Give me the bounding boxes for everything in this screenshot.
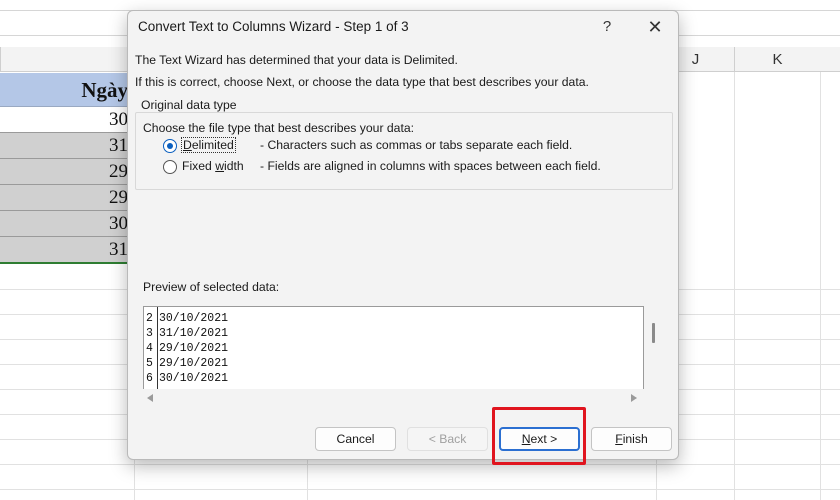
dialog-title: Convert Text to Columns Wizard - Step 1 … [138,19,409,34]
wizard-description: The Text Wizard has determined that your… [135,53,458,67]
preview-row: 5 29/10/2021 [146,357,229,370]
scroll-right-icon[interactable] [631,394,637,402]
finish-button[interactable]: Finish [591,427,672,451]
preview-vertical-scrollbar[interactable] [652,323,655,343]
cell-date[interactable]: 31 [0,133,134,159]
next-button-highlight-box [492,407,586,465]
preview-pane[interactable]: 2 30/10/2021 3 31/10/2021 4 29/10/2021 5 29/… [143,306,644,389]
wizard-instruction: If this is correct, choose Next, or choo… [135,75,589,89]
help-icon[interactable]: ? [592,15,622,39]
text-to-columns-wizard-dialog: Convert Text to Columns Wizard - Step 1 … [127,10,679,460]
cell-date[interactable]: 30 [0,107,134,133]
back-button[interactable]: < Back [407,427,488,451]
cell-date[interactable]: 31 [0,237,134,263]
selection-border [0,262,134,264]
radio-label-delimited[interactable]: Delimited [181,137,236,153]
radio-desc-delimited: - Characters such as commas or tabs sepa… [260,138,573,152]
cell-date[interactable]: 30 [0,211,134,237]
scroll-left-icon[interactable] [147,394,153,402]
preview-label: Preview of selected data: [143,280,280,294]
group-label: Original data type [138,98,240,112]
preview-row: 6 30/10/2021 [146,372,229,385]
radio-button-checked[interactable] [163,139,177,153]
close-icon[interactable]: ✕ [640,15,670,39]
preview-row: 2 30/10/2021 [146,312,229,325]
radio-label-fixed-width[interactable]: Fixed width [182,159,244,173]
dialog-titlebar[interactable]: Convert Text to Columns Wizard - Step 1 … [128,11,678,43]
preview-horizontal-scrollbar[interactable] [143,389,644,407]
radio-desc-fixed-width: - Fields are aligned in columns with spa… [260,159,601,173]
cell-header-date[interactable]: Ngày [0,73,134,107]
choose-label: Choose the file type that best describes… [143,121,414,135]
radio-button[interactable] [163,160,177,174]
cell-date[interactable]: 29 [0,159,134,185]
column-header[interactable] [0,47,134,72]
column-header-k[interactable]: K [734,47,820,72]
cancel-button[interactable]: Cancel [315,427,396,451]
preview-row: 3 31/10/2021 [146,327,229,340]
preview-row: 4 29/10/2021 [146,342,229,355]
cell-date[interactable]: 29 [0,185,134,211]
